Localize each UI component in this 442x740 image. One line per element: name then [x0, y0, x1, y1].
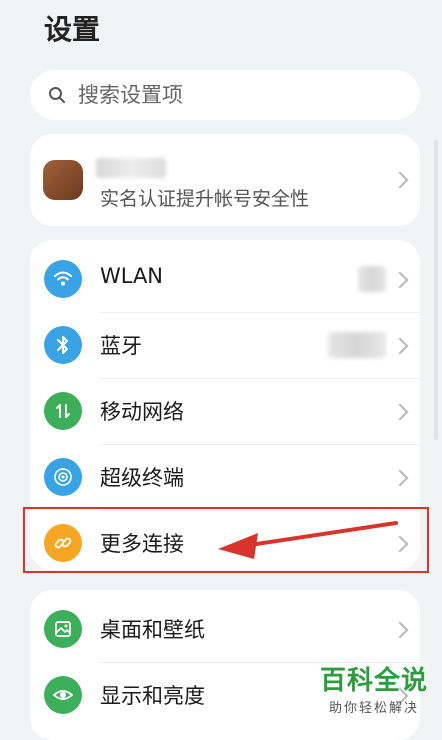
super-device-icon	[44, 458, 82, 496]
settings-item-super-device[interactable]: 超级终端	[30, 444, 420, 510]
settings-item-label: 移动网络	[100, 400, 184, 424]
account-card[interactable]: 实名认证提升帐号安全性	[30, 134, 420, 226]
settings-item-label: 桌面和壁纸	[100, 618, 205, 642]
bluetooth-status-blurred	[328, 332, 386, 358]
settings-item-label: 显示和亮度	[100, 684, 205, 708]
avatar	[43, 160, 83, 200]
watermark-subtitle: 助你轻松解决	[328, 701, 419, 716]
search-input[interactable]	[76, 82, 380, 108]
chevron-right-icon	[391, 403, 409, 421]
wlan-status-blurred	[358, 266, 386, 292]
mobile-data-icon	[44, 392, 82, 430]
scrollbar[interactable]	[434, 140, 438, 440]
settings-item-wallpaper[interactable]: 桌面和壁纸	[30, 596, 420, 662]
settings-item-mobile-network[interactable]: 移动网络	[30, 378, 420, 444]
settings-item-label: 超级终端	[100, 466, 184, 490]
settings-item-label: 蓝牙	[100, 334, 142, 358]
chevron-right-icon	[391, 271, 409, 289]
chevron-right-icon	[391, 621, 409, 639]
account-description: 实名认证提升帐号安全性	[100, 188, 310, 210]
wallpaper-icon	[44, 610, 82, 648]
settings-item-bluetooth[interactable]: 蓝牙	[30, 312, 420, 378]
watermark-title: 百科全说	[319, 666, 428, 696]
wifi-icon	[44, 260, 82, 298]
arrow-left-icon	[218, 521, 398, 559]
watermark: 百科全说 助你轻松解决	[320, 660, 428, 716]
chevron-right-icon	[391, 469, 409, 487]
page-title: 设置	[44, 13, 101, 46]
chevron-right-icon	[391, 337, 409, 355]
settings-item-wlan[interactable]: WLAN	[30, 246, 420, 312]
search-icon	[46, 84, 68, 106]
settings-item-label: WLAN	[100, 264, 164, 288]
search-bar[interactable]	[30, 70, 420, 120]
bluetooth-icon	[44, 326, 82, 364]
eye-icon	[44, 676, 82, 714]
chevron-right-icon	[391, 171, 409, 189]
account-name-blurred	[96, 158, 166, 178]
